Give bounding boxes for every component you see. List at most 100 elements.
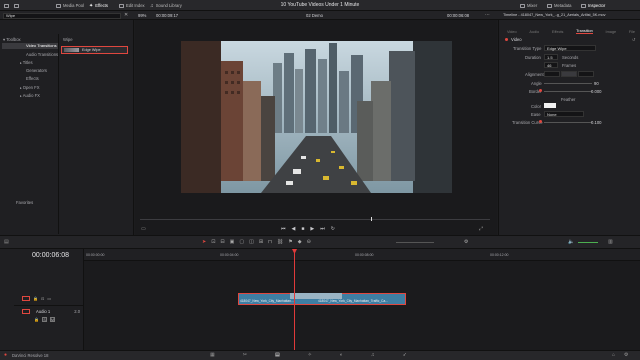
track-select-button[interactable]	[22, 296, 30, 301]
deliver-page-icon[interactable]: ➶	[403, 352, 407, 358]
audio-track-header: Audio 1 2.0	[22, 309, 80, 314]
viewer-mode-icon[interactable]: ▭	[141, 226, 146, 232]
align-start-button[interactable]	[544, 71, 560, 77]
tree-item-open-fx[interactable]: ▸ Open FX	[20, 85, 40, 90]
ruler-tick: 00:00:00:00	[86, 253, 105, 257]
stop-icon[interactable]: ■	[301, 226, 304, 232]
timeline-zoom-slider[interactable]	[396, 242, 434, 243]
solo-button[interactable]: S	[41, 317, 47, 322]
border-keyframe-icon[interactable]	[539, 89, 542, 92]
transition-curve-slider[interactable]	[544, 122, 592, 123]
cut-page-icon[interactable]: ✂	[243, 352, 247, 358]
fusion-page-icon[interactable]: ✧	[308, 352, 312, 358]
duration-seconds-input[interactable]: 1.5	[544, 54, 558, 60]
angle-slider[interactable]	[544, 83, 592, 84]
mute-button[interactable]: M	[49, 317, 55, 322]
align-end-button[interactable]	[578, 71, 594, 77]
effects-search-input[interactable]: Wipe	[3, 12, 121, 19]
fullscreen-icon[interactable]: ⤢	[479, 226, 483, 232]
app-name: DaVinci Resolve 18	[12, 353, 49, 358]
selection-tool-icon[interactable]: ➤	[202, 239, 206, 245]
tree-item-titles[interactable]: ▸ Titles	[20, 60, 33, 65]
inspector-button[interactable]: Inspector	[581, 2, 605, 9]
color-swatch[interactable]	[544, 103, 556, 108]
zoom-out-icon[interactable]: ⊖	[307, 239, 311, 245]
fairlight-page-icon[interactable]: ♫	[371, 352, 375, 358]
settings-icon[interactable]: ⚙	[464, 239, 468, 245]
angle-label: Angle	[531, 81, 542, 86]
audio-track-select-button[interactable]	[22, 309, 30, 314]
metadata-button[interactable]: Metadata	[547, 2, 571, 9]
snapping-icon[interactable]: ⊓	[268, 239, 272, 245]
curve-keyframe-icon[interactable]	[539, 120, 542, 123]
scrubber-handle[interactable]	[371, 217, 372, 221]
tab-image[interactable]: Image	[606, 30, 617, 34]
tree-item-video-transitions[interactable]: Video Transitions	[2, 43, 58, 49]
tab-file[interactable]: File	[629, 30, 635, 34]
duration-frames-input[interactable]: 46	[544, 62, 558, 68]
options-icon[interactable]: ⋯	[485, 12, 490, 18]
lock-icon[interactable]: 🔒	[34, 317, 39, 322]
edit-page-icon[interactable]: ▤	[275, 352, 280, 358]
transition-curve-value[interactable]: 0.100	[591, 120, 601, 125]
fit-to-fill-icon[interactable]: ⊞	[259, 239, 263, 245]
eye-icon[interactable]: ▭	[47, 296, 51, 301]
track-divider	[14, 305, 84, 306]
record-timecode: 00:00:06:08	[447, 13, 470, 18]
border-slider[interactable]	[544, 91, 592, 92]
video-section-header[interactable]: Video	[505, 37, 522, 42]
lock-icon[interactable]: 🔒	[33, 296, 38, 301]
home-icon[interactable]: ⌂	[612, 352, 615, 358]
playhead[interactable]	[294, 249, 295, 350]
ease-select[interactable]: None	[544, 111, 584, 117]
timeline-view-icon[interactable]: ▤	[4, 239, 9, 245]
audio-track-name[interactable]: Audio 1	[36, 309, 50, 314]
tree-item-audio-fx[interactable]: ▸ Audio FX	[20, 93, 40, 98]
section-enable-icon[interactable]	[505, 38, 508, 41]
tree-item-audio-transitions[interactable]: Audio Transitions	[26, 52, 58, 57]
skip-back-icon[interactable]: ⏮	[281, 226, 286, 232]
settings-gear-icon[interactable]: ⚙	[624, 352, 628, 358]
insert-clip-icon[interactable]: ▣	[230, 239, 235, 245]
link-icon[interactable]: ⛓	[277, 239, 283, 245]
search-text: Wipe	[6, 13, 16, 18]
skip-forward-icon[interactable]: ⏭	[320, 226, 325, 232]
overwrite-clip-icon[interactable]: ▢	[239, 239, 244, 245]
play-reverse-icon[interactable]: ◀	[292, 226, 296, 232]
align-center-button[interactable]	[561, 71, 577, 77]
audio-meter-icon[interactable]: ▥	[608, 239, 613, 245]
tab-video[interactable]: Video	[507, 30, 517, 34]
speaker-icon[interactable]: 🔈	[568, 239, 574, 245]
marker-icon[interactable]: ◆	[298, 239, 302, 245]
loop-icon[interactable]: ↻	[331, 226, 335, 232]
border-value[interactable]: 0.000	[591, 89, 601, 94]
reset-icon[interactable]: ↺	[632, 37, 635, 42]
flag-icon[interactable]: ⚑	[288, 239, 292, 245]
play-icon[interactable]: ▶	[310, 226, 314, 232]
video-track-header: 🔒 ⊡ ▭	[22, 296, 51, 301]
volume-slider[interactable]	[578, 242, 598, 243]
auto-select-icon[interactable]: ⊡	[41, 296, 44, 301]
video-frame[interactable]	[181, 41, 452, 193]
trim-tool-icon[interactable]: ⊡	[211, 239, 215, 245]
transition-type-select[interactable]: Edge Wipe	[544, 45, 596, 51]
zoom-level[interactable]: 99%	[138, 13, 146, 18]
angle-value[interactable]: 90	[594, 81, 599, 86]
clear-search-icon[interactable]: ✕	[124, 12, 128, 18]
favorites-header[interactable]: Favorites	[16, 200, 33, 205]
tree-item-effects[interactable]: Effects	[26, 76, 39, 81]
tab-audio[interactable]: Audio	[529, 30, 539, 34]
replace-clip-icon[interactable]: ◫	[249, 239, 254, 245]
edge-wipe-effect-item[interactable]: Edge Wipe	[61, 46, 128, 54]
toolbox-header[interactable]: ▾ Toolbox	[3, 37, 57, 42]
transition-type-value: Edge Wipe	[547, 45, 567, 51]
tab-transition[interactable]: Transition	[576, 29, 593, 34]
timeline-selector[interactable]: 02 Demo	[306, 13, 323, 18]
blade-tool-icon[interactable]: ⊟	[220, 239, 224, 245]
color-page-icon[interactable]: ◐	[340, 352, 343, 358]
tab-effects[interactable]: Effects	[552, 30, 564, 34]
viewer-scrubber[interactable]	[140, 219, 490, 220]
mixer-button[interactable]: Mixer	[520, 2, 537, 9]
tree-item-generators[interactable]: Generators	[26, 68, 47, 73]
media-page-icon[interactable]: ▦	[210, 352, 215, 358]
